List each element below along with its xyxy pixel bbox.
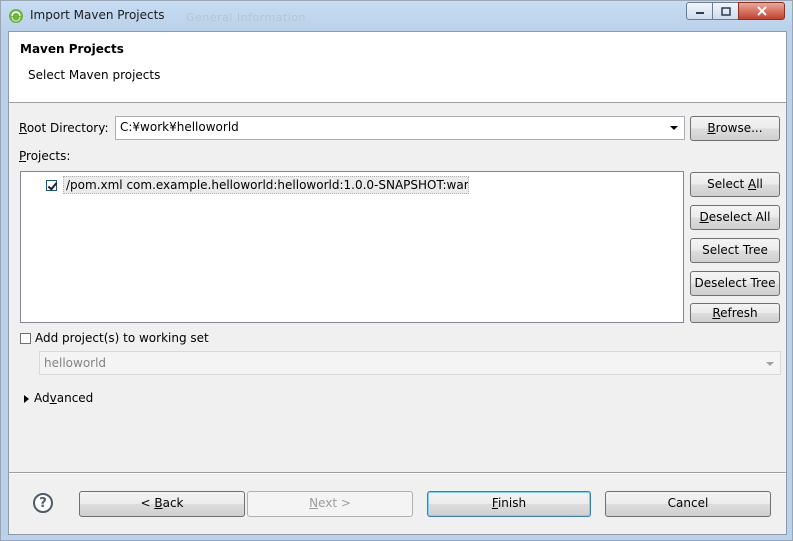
working-set-value: helloworld xyxy=(44,356,107,370)
working-set-checkbox[interactable] xyxy=(20,332,31,344)
window-title: Import Maven Projects xyxy=(30,8,165,22)
back-button[interactable]: < Back xyxy=(79,491,245,517)
chevron-down-icon[interactable] xyxy=(670,126,678,130)
minimize-button[interactable] xyxy=(686,2,713,20)
finish-button[interactable]: Finish xyxy=(427,491,591,517)
tree-item[interactable]: /pom.xml com.example.helloworld:hellowor… xyxy=(46,176,469,194)
working-set-combo: helloworld xyxy=(39,351,781,375)
select-tree-button[interactable]: Select Tree xyxy=(690,238,780,263)
working-set-option[interactable]: Add project(s) to working set xyxy=(20,331,209,345)
deselect-tree-button[interactable]: Deselect Tree xyxy=(690,271,780,296)
maximize-icon xyxy=(720,6,731,16)
title-bar[interactable]: Import Maven Projects General Informatio… xyxy=(1,1,792,31)
root-directory-value: C:¥work¥helloworld xyxy=(120,120,239,134)
cancel-button[interactable]: Cancel xyxy=(605,491,771,517)
next-button[interactable]: Next > xyxy=(247,491,413,517)
footer-divider xyxy=(9,472,786,474)
maximize-button[interactable] xyxy=(712,2,739,20)
projects-label: Projects: xyxy=(19,149,71,163)
chevron-down-icon xyxy=(766,362,774,366)
dialog-window: Import Maven Projects General Informatio… xyxy=(0,0,793,541)
project-item-label: /pom.xml com.example.helloworld:hellowor… xyxy=(63,176,469,194)
page-title: Maven Projects xyxy=(20,42,124,56)
minimize-icon xyxy=(695,12,704,14)
projects-tree[interactable]: /pom.xml com.example.helloworld:hellowor… xyxy=(20,171,684,323)
browse-button[interactable]: Browse... xyxy=(690,116,780,141)
eclipse-app-icon xyxy=(9,9,23,23)
working-set-label: Add project(s) to working set xyxy=(35,331,209,345)
wizard-header: Maven Projects Select Maven projects xyxy=(9,32,786,103)
project-checkbox[interactable] xyxy=(46,179,57,191)
deselect-all-button[interactable]: Deselect All xyxy=(690,205,780,230)
select-all-button[interactable]: Select All xyxy=(690,172,780,197)
root-directory-label: Root Directory: xyxy=(19,121,109,135)
close-button[interactable] xyxy=(738,2,785,20)
help-icon[interactable]: ? xyxy=(33,493,53,513)
page-description: Select Maven projects xyxy=(28,68,161,82)
refresh-button[interactable]: Refresh xyxy=(690,303,780,323)
expand-arrow-icon[interactable] xyxy=(24,395,29,403)
close-icon xyxy=(756,6,767,16)
advanced-toggle[interactable]: Advanced xyxy=(34,391,93,405)
dialog-body: Maven Projects Select Maven projects Roo… xyxy=(8,31,787,535)
root-directory-combo[interactable]: C:¥work¥helloworld xyxy=(115,116,685,140)
window-ghost-title: General Information xyxy=(186,11,307,24)
